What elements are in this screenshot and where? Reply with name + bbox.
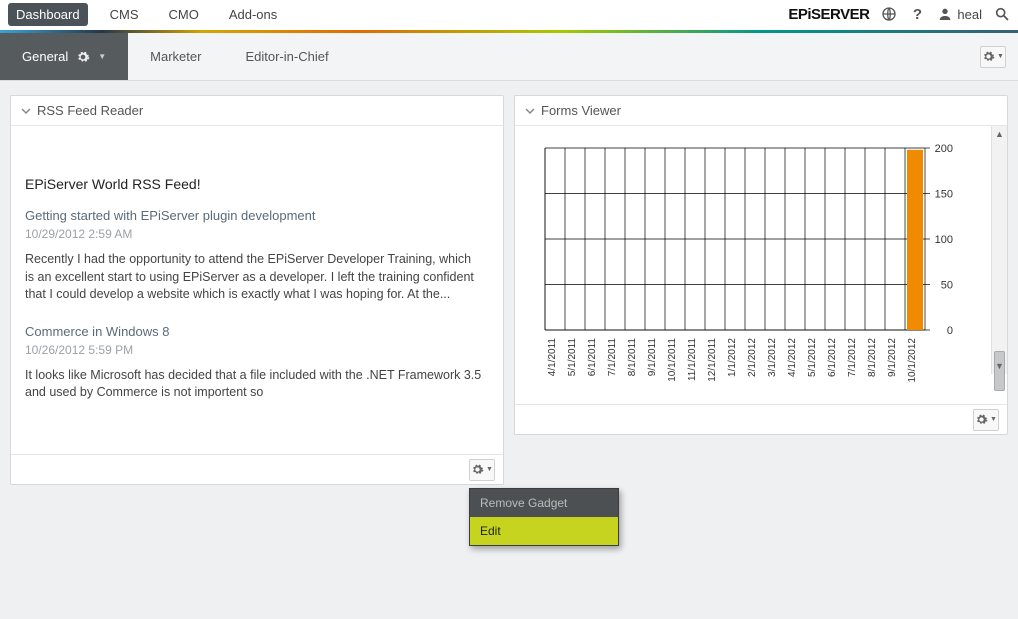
svg-text:10/1/2011: 10/1/2011 <box>667 338 678 382</box>
tab-general[interactable]: General ▼ <box>0 33 128 80</box>
chevron-down-icon: ▼ <box>98 52 106 61</box>
svg-text:2/1/2012: 2/1/2012 <box>747 338 758 377</box>
svg-text:9/1/2012: 9/1/2012 <box>887 338 898 377</box>
svg-text:7/1/2012: 7/1/2012 <box>847 338 858 377</box>
svg-text:1/1/2012: 1/1/2012 <box>727 338 738 377</box>
tab-marketer[interactable]: Marketer <box>128 33 223 80</box>
gadget-context-menu: Remove Gadget Edit <box>469 488 619 546</box>
scrollbar-vertical[interactable]: ▲ ▼ <box>991 126 1007 374</box>
svg-text:0: 0 <box>947 325 953 337</box>
svg-text:12/1/2011: 12/1/2011 <box>707 338 718 382</box>
svg-text:8/1/2011: 8/1/2011 <box>627 338 638 377</box>
rss-gadget-footer: ▼ <box>11 454 503 484</box>
svg-text:6/1/2011: 6/1/2011 <box>587 338 598 377</box>
tab-marketer-label: Marketer <box>150 49 201 64</box>
nav-dashboard[interactable]: Dashboard <box>8 3 88 26</box>
nav-addons[interactable]: Add-ons <box>221 3 285 26</box>
person-icon <box>937 6 953 22</box>
chevron-down-icon <box>21 106 31 116</box>
svg-text:5/1/2011: 5/1/2011 <box>567 338 578 377</box>
search-icon[interactable] <box>994 6 1010 22</box>
menu-edit[interactable]: Edit <box>470 517 618 545</box>
forms-gadget-menu-button[interactable]: ▼ <box>973 409 999 431</box>
forms-gadget-body: 0 50 100 150 200 4/1/2011 5/1/2011 6/1/2011 7/1/… <box>515 126 1007 404</box>
svg-text:6/1/2012: 6/1/2012 <box>827 338 838 377</box>
rss-gadget-title: RSS Feed Reader <box>37 103 143 118</box>
svg-text:10/1/2012: 10/1/2012 <box>907 338 918 383</box>
chevron-down-icon: ▼ <box>997 53 1004 60</box>
scroll-down-icon[interactable]: ▼ <box>992 358 1007 374</box>
tab-editor-label: Editor-in-Chief <box>245 49 328 64</box>
svg-text:50: 50 <box>941 280 953 292</box>
help-icon[interactable]: ? <box>909 6 925 22</box>
sub-tab-bar: General ▼ Marketer Editor-in-Chief ▼ <box>0 33 1018 81</box>
logo: EPiSERVER <box>788 6 869 23</box>
menu-remove-gadget[interactable]: Remove Gadget <box>470 489 618 517</box>
svg-text:3/1/2012: 3/1/2012 <box>767 338 778 377</box>
forms-gadget: Forms Viewer 0 50 100 150 200 4/1/2011 5/1/201… <box>514 95 1008 435</box>
svg-text:5/1/2012: 5/1/2012 <box>807 338 818 377</box>
forms-chart-svg: 0 50 100 150 200 4/1/2011 5/1/2011 6/1/2011 7/1/… <box>535 140 975 400</box>
chart: 0 50 100 150 200 4/1/2011 5/1/2011 6/1/2011 7/1/… <box>515 126 1007 404</box>
svg-text:8/1/2012: 8/1/2012 <box>867 338 878 377</box>
chevron-down-icon: ▼ <box>486 466 493 473</box>
rss-scroll[interactable]: EPiServer World RSS Feed! Getting starte… <box>11 126 503 454</box>
rss-item-title[interactable]: Getting started with EPiServer plugin de… <box>25 208 483 223</box>
svg-text:150: 150 <box>935 189 953 201</box>
gear-icon[interactable] <box>76 50 90 64</box>
svg-text:11/1/2011: 11/1/2011 <box>687 338 698 381</box>
rss-gadget-menu-button[interactable]: ▼ <box>469 459 495 481</box>
rss-item-body: It looks like Microsoft has decided that… <box>25 367 483 402</box>
user-name: heal <box>957 7 982 22</box>
rss-item-body: Recently I had the opportunity to attend… <box>25 251 483 304</box>
chevron-down-icon: ▼ <box>990 416 997 423</box>
top-nav-left: Dashboard CMS CMO Add-ons <box>8 3 285 26</box>
rss-gadget-header[interactable]: RSS Feed Reader <box>11 96 503 126</box>
rss-item: Commerce in Windows 8 10/26/2012 5:59 PM… <box>25 324 483 402</box>
top-nav-right: EPiSERVER ? heal <box>788 6 1010 23</box>
tab-general-label: General <box>22 49 68 64</box>
rss-feed-title: EPiServer World RSS Feed! <box>25 176 483 192</box>
dashboard-settings-button[interactable]: ▼ <box>980 46 1006 68</box>
forms-gadget-footer: ▼ <box>515 404 1007 434</box>
user-menu[interactable]: heal <box>937 6 982 22</box>
rss-item: Getting started with EPiServer plugin de… <box>25 208 483 304</box>
globe-icon[interactable] <box>881 6 897 22</box>
dashboard-area: RSS Feed Reader EPiServer World RSS Feed… <box>0 81 1018 499</box>
nav-cms[interactable]: CMS <box>102 3 147 26</box>
svg-text:4/1/2012: 4/1/2012 <box>787 338 798 377</box>
svg-text:4/1/2011: 4/1/2011 <box>547 338 558 377</box>
forms-gadget-header[interactable]: Forms Viewer <box>515 96 1007 126</box>
rss-item-title[interactable]: Commerce in Windows 8 <box>25 324 483 339</box>
top-nav: Dashboard CMS CMO Add-ons EPiSERVER ? he… <box>0 0 1018 30</box>
svg-text:100: 100 <box>935 234 953 246</box>
rss-item-date: 10/26/2012 5:59 PM <box>25 343 483 357</box>
nav-cmo[interactable]: CMO <box>161 3 207 26</box>
tab-editor-in-chief[interactable]: Editor-in-Chief <box>223 33 350 80</box>
forms-gadget-title: Forms Viewer <box>541 103 621 118</box>
rss-item-date: 10/29/2012 2:59 AM <box>25 227 483 241</box>
rss-gadget-body: EPiServer World RSS Feed! Getting starte… <box>11 126 503 454</box>
svg-text:9/1/2011: 9/1/2011 <box>647 338 658 377</box>
subbar-right: ▼ <box>980 33 1018 80</box>
chevron-down-icon <box>525 106 535 116</box>
rss-gadget: RSS Feed Reader EPiServer World RSS Feed… <box>10 95 504 485</box>
scroll-up-icon[interactable]: ▲ <box>992 126 1007 142</box>
svg-text:7/1/2011: 7/1/2011 <box>607 338 618 377</box>
svg-text:200: 200 <box>935 143 953 155</box>
